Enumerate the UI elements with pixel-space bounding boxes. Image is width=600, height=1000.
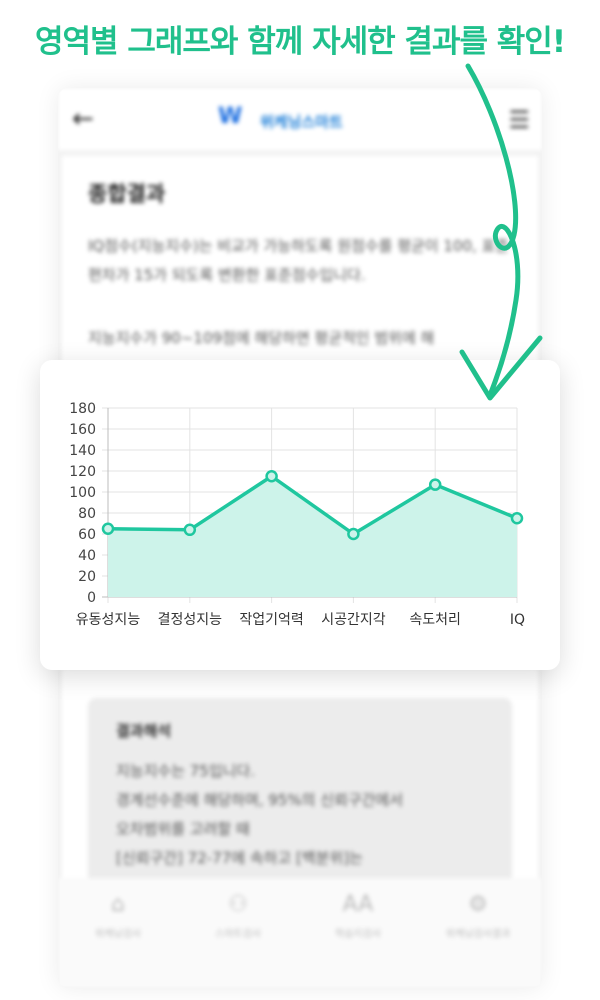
y-tick-label: 80 [78,506,96,522]
data-point [183,523,197,537]
x-tick-label: 시공간지각 [321,612,386,628]
x-tick-label: 작업기억력 [239,612,303,628]
y-tick-label: 20 [78,569,96,585]
text-icon: AA [342,892,374,917]
tab-smart[interactable]: ⚇ 스마트검사 [178,892,298,940]
data-point [265,470,278,483]
y-tick-label: 60 [78,527,96,543]
y-tick-label: 120 [69,464,96,480]
tab-label: 위케닝검사결과 [445,929,511,940]
interpretation-line-1: 지능지수는 75입니다. [116,762,256,780]
interpretation-line-2: 경계선수준에 해당하며, 95%의 신뢰구간에서 [116,791,404,809]
interpretation-line-3: 오차범위를 고려할 때 [116,820,250,838]
tab-test[interactable]: ⌂ 위케닝검사 [58,892,178,940]
data-point [101,522,115,535]
y-tick-label: 160 [69,422,96,438]
x-tick-label: 결정성지능 [158,612,223,628]
network-icon: ⚇ [228,892,248,917]
data-point [510,512,524,525]
tab-label: 스마트검사 [215,929,261,940]
tab-study[interactable]: AA 학습지검사 [298,892,418,940]
tab-label: 학습지검사 [335,929,381,940]
y-tick-label: 140 [69,443,96,459]
interpretation-line-4: [신뢰구간] 72-77에 속하고 [백분위]는 [116,849,363,867]
x-tick-label: IQ [510,612,525,628]
interpretation-title: 결과해석 [116,722,172,740]
tab-label: 위케닝검사 [95,929,141,940]
home-icon: ⌂ [111,892,125,917]
data-point [347,527,360,541]
y-tick-label: 100 [69,485,96,501]
data-point [428,478,442,491]
tab-result[interactable]: ⚙ 위케닝검사결과 [418,892,538,940]
y-tick-label: 40 [78,548,96,564]
gear-icon: ⚙ [468,892,488,917]
x-tick-label: 유동성지능 [76,612,141,628]
bottom-tab-bar: ⌂ 위케닝검사 ⚇ 스마트검사 AA 학습지검사 ⚙ 위케닝검사결과 [58,878,542,988]
x-tick-label: 속도처리 [409,612,461,628]
y-tick-label: 0 [87,590,96,606]
screen: 영역별 그래프와 함께 자세한 결과를 확인! ← W 위케닝스마트 ☰ 종합결… [0,0,600,1000]
annotation-arrow-icon [459,63,543,401]
